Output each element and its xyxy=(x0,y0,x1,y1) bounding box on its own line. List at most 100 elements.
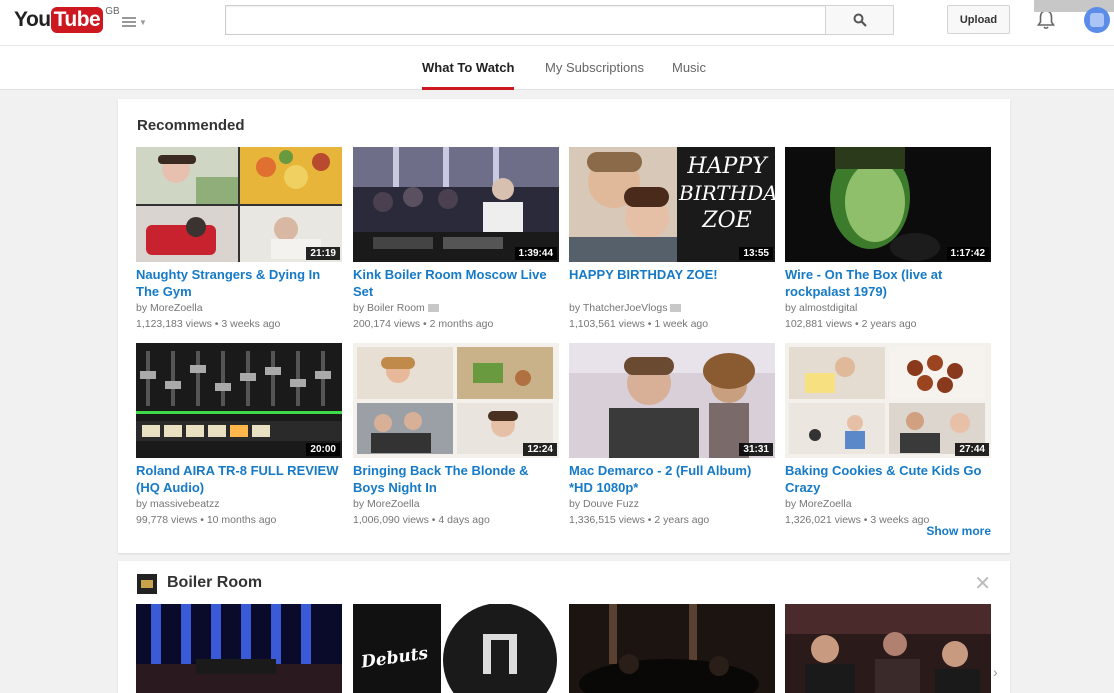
caption-line: ZOE xyxy=(702,208,752,233)
youtube-logo[interactable]: You Tube GB xyxy=(14,5,120,35)
video-thumbnail[interactable]: 27:44 xyxy=(785,343,991,458)
shelf-video-thumbnail[interactable] xyxy=(569,604,775,693)
channel-name[interactable]: by massivebeatzz xyxy=(136,498,219,510)
menu-icon xyxy=(122,17,136,27)
caption-line: HAPPY xyxy=(687,154,767,179)
video-duration: 1:39:44 xyxy=(514,247,557,260)
thumbnail-image xyxy=(136,604,342,693)
upload-button[interactable]: Upload xyxy=(947,5,1010,34)
feed-tabs: What To Watch My Subscriptions Music xyxy=(0,46,1114,90)
video-channel[interactable]: by Douve Fuzz xyxy=(569,496,775,512)
show-more-link[interactable]: Show more xyxy=(926,524,991,538)
view-count: 1,326,021 views xyxy=(785,514,861,526)
search-input[interactable] xyxy=(226,6,826,34)
video-thumbnail[interactable]: HAPPY BIRTHDAY ZOE 13:55 xyxy=(569,147,775,262)
channel-logo-icon[interactable] xyxy=(137,574,157,594)
thumbnail-caption: HAPPY BIRTHDAY ZOE xyxy=(679,153,775,234)
video-channel[interactable]: by ThatcherJoeVlogs xyxy=(569,300,775,316)
shelf-title[interactable]: Boiler Room xyxy=(167,574,262,592)
search-button[interactable] xyxy=(825,5,894,35)
upload-age: 2 years ago xyxy=(861,318,917,330)
upload-age: 10 months ago xyxy=(206,514,277,526)
thumbnail-image xyxy=(569,604,775,693)
caption-line: BIRTHDAY xyxy=(679,181,775,205)
thumbnail-image xyxy=(785,147,991,262)
video-stats: 200,174 views • 2 months ago xyxy=(353,318,494,330)
video-thumbnail[interactable]: 1:39:44 xyxy=(353,147,559,262)
upload-age: 1 week ago xyxy=(654,318,709,330)
guide-menu-button[interactable]: ▼ xyxy=(122,13,150,31)
channel-name[interactable]: by MoreZoella xyxy=(136,302,203,314)
video-title[interactable]: Naughty Strangers & Dying In The Gym xyxy=(136,266,342,300)
video-channel[interactable]: by MoreZoella xyxy=(136,300,342,316)
video-channel[interactable]: by MoreZoella xyxy=(785,496,991,512)
search-box xyxy=(225,5,826,35)
video-thumbnail[interactable]: 12:24 xyxy=(353,343,559,458)
shelf-video-thumbnail[interactable] xyxy=(785,604,991,693)
video-stats: 1,336,515 views • 2 years ago xyxy=(569,514,710,526)
video-duration: 12:24 xyxy=(523,443,557,456)
video-title[interactable]: Wire - On The Box (live at rockpalast 19… xyxy=(785,266,991,300)
video-stats: 1,123,183 views • 3 weeks ago xyxy=(136,318,281,330)
view-count: 99,778 views xyxy=(136,514,198,526)
channel-name[interactable]: by almostdigital xyxy=(785,302,857,314)
thumbnail-collage xyxy=(789,347,985,454)
video-stats: 99,778 views • 10 months ago xyxy=(136,514,277,526)
video-thumbnail[interactable]: 31:31 xyxy=(569,343,775,458)
video-thumbnail[interactable]: 20:00 xyxy=(136,343,342,458)
thumbnail-image xyxy=(353,147,559,262)
video-title[interactable]: Mac Demarco - 2 (Full Album) *HD 1080p* xyxy=(569,462,775,496)
video-card[interactable]: 1:39:44 Kink Boiler Room Moscow Live Set… xyxy=(353,147,559,332)
search-icon xyxy=(853,13,867,27)
video-card[interactable]: 20:00 Roland AIRA TR-8 FULL REVIEW (HQ A… xyxy=(136,343,342,528)
video-card[interactable]: 12:24 Bringing Back The Blonde & Boys Ni… xyxy=(353,343,559,528)
view-count: 200,174 views xyxy=(353,318,421,330)
tab-music[interactable]: Music xyxy=(672,46,706,90)
video-title[interactable]: Baking Cookies & Cute Kids Go Crazy xyxy=(785,462,991,496)
verified-icon xyxy=(670,304,682,313)
video-duration: 13:55 xyxy=(739,247,773,260)
video-stats: 1,103,561 views • 1 week ago xyxy=(569,318,709,330)
video-duration: 1:17:42 xyxy=(946,247,989,260)
video-duration: 20:00 xyxy=(306,443,340,456)
view-count: 1,103,561 views xyxy=(569,318,645,330)
view-count: 1,006,090 views xyxy=(353,514,429,526)
tab-my-subscriptions[interactable]: My Subscriptions xyxy=(545,46,644,90)
logo-region: GB xyxy=(105,6,120,17)
channel-name[interactable]: by Douve Fuzz xyxy=(569,498,639,510)
video-channel[interactable]: by almostdigital xyxy=(785,300,991,316)
video-card[interactable]: 31:31 Mac Demarco - 2 (Full Album) *HD 1… xyxy=(569,343,775,528)
view-count: 1,336,515 views xyxy=(569,514,645,526)
tab-what-to-watch[interactable]: What To Watch xyxy=(422,46,515,90)
chevron-right-icon[interactable]: › xyxy=(993,664,998,680)
video-thumbnail[interactable]: 21:19 xyxy=(136,147,342,262)
channel-name[interactable]: by MoreZoella xyxy=(785,498,852,510)
video-title[interactable]: Bringing Back The Blonde & Boys Night In xyxy=(353,462,559,496)
channel-shelf: Boiler Room ✕ Debuts xyxy=(118,561,1010,693)
upload-age: 3 weeks ago xyxy=(870,514,930,526)
channel-name[interactable]: by MoreZoella xyxy=(353,498,420,510)
video-title[interactable]: Roland AIRA TR-8 FULL REVIEW (HQ Audio) xyxy=(136,462,342,496)
video-duration: 31:31 xyxy=(739,443,773,456)
thumbnail-image xyxy=(785,604,991,693)
video-channel[interactable]: by massivebeatzz xyxy=(136,496,342,512)
channel-name[interactable]: by Boiler Room xyxy=(353,302,425,314)
verified-icon xyxy=(427,304,439,313)
account-avatar[interactable] xyxy=(1084,7,1110,33)
caret-down-icon: ▼ xyxy=(139,17,147,27)
bell-icon[interactable] xyxy=(1036,9,1056,31)
video-channel[interactable]: by Boiler Room xyxy=(353,300,559,316)
video-title[interactable]: Kink Boiler Room Moscow Live Set xyxy=(353,266,559,300)
close-icon[interactable]: ✕ xyxy=(974,571,991,596)
video-card[interactable]: 1:17:42 Wire - On The Box (live at rockp… xyxy=(785,147,991,332)
shelf-video-thumbnail[interactable]: Debuts xyxy=(353,604,559,693)
channel-name[interactable]: by ThatcherJoeVlogs xyxy=(569,302,667,314)
video-title[interactable]: HAPPY BIRTHDAY ZOE! xyxy=(569,266,775,300)
view-count: 102,881 views xyxy=(785,318,853,330)
video-card[interactable]: 27:44 Baking Cookies & Cute Kids Go Craz… xyxy=(785,343,991,528)
video-card[interactable]: HAPPY BIRTHDAY ZOE 13:55 HAPPY BIRTHDAY … xyxy=(569,147,775,332)
video-card[interactable]: 21:19 Naughty Strangers & Dying In The G… xyxy=(136,147,342,332)
video-channel[interactable]: by MoreZoella xyxy=(353,496,559,512)
video-thumbnail[interactable]: 1:17:42 xyxy=(785,147,991,262)
shelf-video-thumbnail[interactable] xyxy=(136,604,342,693)
